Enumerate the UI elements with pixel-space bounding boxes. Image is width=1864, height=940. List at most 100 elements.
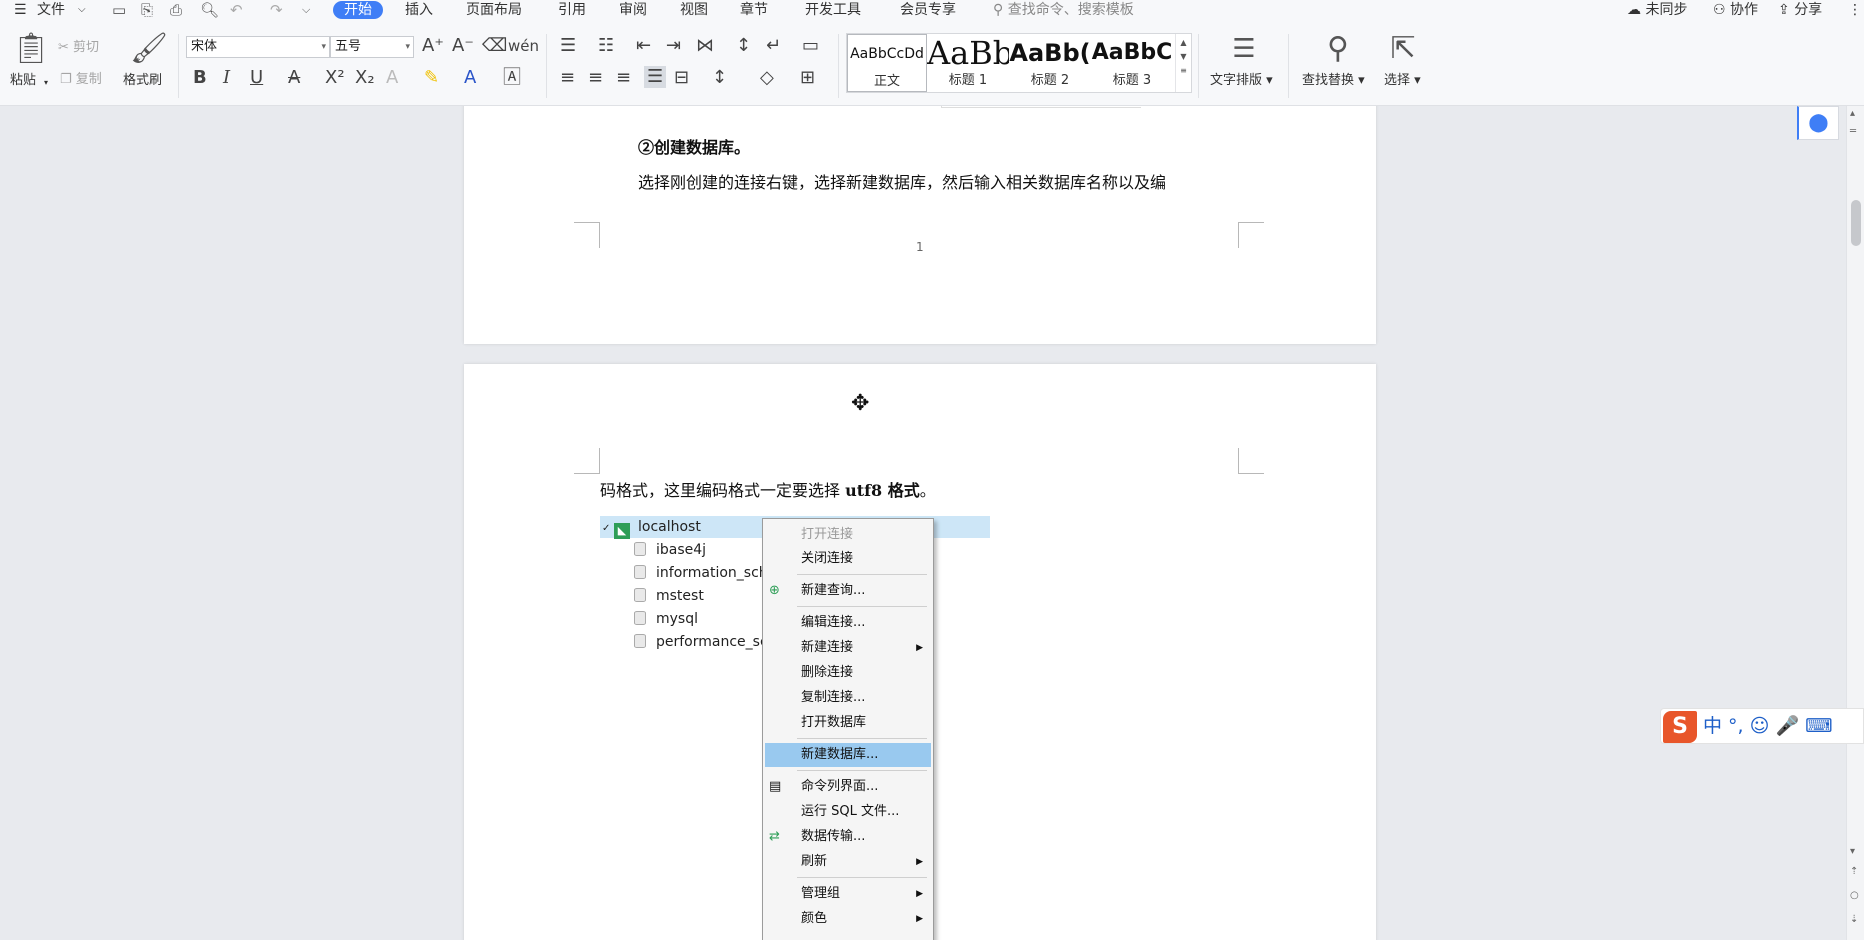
justify-icon[interactable]: ☰ [644,66,667,88]
sort-icon[interactable]: ↕ [736,36,751,56]
shading-icon[interactable]: ◇ [760,68,774,88]
data-transfer-icon: ⇄ [769,829,780,844]
style-normal[interactable]: AaBbCcDd 正文 [847,34,927,92]
file-chevron-icon[interactable]: ⌵ [78,1,86,19]
align-center-icon[interactable]: ≡ [588,68,603,88]
cut-button[interactable]: ✂ 剪切 [58,40,99,56]
grow-font-icon[interactable]: A⁺ [422,36,444,56]
line-spacing-icon[interactable]: ↕ [712,68,727,88]
superscript-icon[interactable]: X² [325,68,345,88]
more-chevron-icon[interactable]: ⌵ [302,1,310,19]
clear-format-icon[interactable]: ⌫ [482,36,507,56]
find-replace-button[interactable]: 查找替换 ▾ [1302,73,1365,89]
format-painter-button[interactable]: 格式刷 [123,73,162,89]
ruler-icon[interactable]: ▭ [802,36,819,56]
prev-page-icon[interactable]: ⇡ [1850,866,1858,878]
tab-home[interactable]: 开始 [333,1,383,19]
page-number: 1 [916,240,924,254]
bold-icon[interactable]: B [193,68,207,88]
numbered-list-icon[interactable]: ☷ [598,36,614,56]
paste-button[interactable]: 粘贴 [10,73,36,89]
save-icon[interactable]: ▭ [112,1,126,19]
select-browse-icon[interactable]: ○ [1850,890,1859,902]
paragraph[interactable]: 码格式，这里编码格式一定要选择 utf8 格式。 [600,480,936,502]
redo-icon[interactable]: ↷ [270,1,283,19]
increase-indent-icon[interactable]: ⇥ [666,36,681,56]
select-cursor-icon[interactable]: ⇱ [1388,34,1418,64]
paragraph[interactable]: 选择刚创建的连接右键，选择新建数据库，然后输入相关数据库名称以及编 [638,172,1166,194]
styles-scroll[interactable]: ▲ ▼ ≡ [1175,34,1191,92]
ime-options[interactable]: 中 °, ☺ 🎤 ⌨ [1703,714,1833,738]
more-icon[interactable]: ⋮ [1848,1,1862,19]
collaborate-button[interactable]: ⚇ 协作 [1713,1,1758,19]
share-icon: ⇪ [1778,2,1795,18]
print-preview-icon[interactable]: 🔍︎ [200,1,219,19]
borders-icon[interactable]: ⊞ [800,68,815,88]
tab-member[interactable]: 会员专享 [900,1,956,19]
margin-corner [574,448,600,474]
style-heading-2[interactable]: AaBb( 标题 2 [1009,34,1091,92]
italic-icon[interactable]: I [223,68,230,88]
page-1[interactable]: ②创建数据库。 选择刚创建的连接右键，选择新建数据库，然后输入相关数据库名称以及… [464,106,1376,344]
menu-item-new-database: 新建数据库... [765,743,931,767]
scroll-down-icon[interactable]: ▾ [1850,846,1855,858]
text-layout-icon[interactable]: ☰ [1226,34,1262,64]
location-pin-icon[interactable]: ⬤ [1797,106,1839,140]
command-search[interactable]: ⚲ 查找命令、搜索模板 [993,1,1134,19]
format-painter-icon[interactable]: 🖌︎ [130,34,168,64]
text-layout-button[interactable]: 文字排版 ▾ [1210,73,1273,89]
char-border-icon[interactable]: 🄰 [503,68,521,88]
align-left-icon[interactable]: ≡ [560,68,575,88]
file-menu[interactable]: 文件 [37,1,65,19]
font-name-select[interactable]: 宋体 ▾ [186,36,330,58]
section-heading[interactable]: ②创建数据库。 [638,137,750,159]
style-heading-3[interactable]: AaBbC 标题 3 [1091,34,1173,92]
scroll-top-icon[interactable]: ═ [1850,126,1856,138]
next-page-icon[interactable]: ⇣ [1850,914,1858,926]
menu-item-new-query: ⊕ 新建查询... [765,579,931,603]
underline-icon[interactable]: U [250,68,263,88]
tab-view[interactable]: 视图 [680,1,708,19]
export-icon[interactable]: ⎘ [141,1,153,19]
tab-insert[interactable]: 插入 [405,1,433,19]
distributed-icon[interactable]: ⊟ [674,68,689,88]
page-2[interactable]: 码格式，这里编码格式一定要选择 utf8 格式。 ✓ ◣ localhost iba… [464,364,1376,940]
select-button[interactable]: 选择 ▾ [1384,73,1421,89]
tab-page-layout[interactable]: 页面布局 [466,1,522,19]
undo-icon[interactable]: ↶ [230,1,243,19]
copy-button[interactable]: ❐ 复制 [60,72,102,88]
bullet-list-icon[interactable]: ☰ [560,36,576,56]
tab-chapter[interactable]: 章节 [740,1,768,19]
align-right-icon[interactable]: ≡ [616,68,631,88]
font-size-select[interactable]: 五号 ▾ [330,36,414,58]
strikethrough-icon[interactable]: A [288,68,300,88]
paste-dropdown-icon[interactable]: ▾ [44,75,48,91]
hamburger-icon[interactable]: ☰ [14,1,27,19]
scrollbar-thumb[interactable] [1851,200,1861,246]
paste-icon[interactable]: 📋︎ [12,34,50,64]
subscript-icon[interactable]: X₂ [355,68,375,88]
show-marks-icon[interactable]: ↵ [766,36,781,56]
share-button[interactable]: ⇪ 分享 [1778,1,1822,19]
sogou-logo-icon[interactable]: S [1663,711,1697,743]
pinyin-guide-icon[interactable]: wén [508,36,539,56]
find-replace-icon[interactable]: ⚲ [1320,34,1356,64]
tab-review[interactable]: 审阅 [619,1,647,19]
ime-toolbar[interactable]: S 中 °, ☺ 🎤 ⌨ [1660,708,1864,744]
tree-database-row: performance_sc [634,631,768,653]
vertical-scrollbar[interactable]: ▴ ═ ▾ ⇡ ○ ⇣ [1846,106,1864,940]
menu-item-data-transfer: ⇄ 数据传输... [765,825,931,849]
font-color-icon[interactable]: A [464,68,476,88]
scroll-up-icon[interactable]: ▴ [1850,108,1855,120]
tab-developer[interactable]: 开发工具 [805,1,861,19]
document-workspace[interactable]: ②创建数据库。 选择刚创建的连接右键，选择新建数据库，然后输入相关数据库名称以及… [0,106,1864,940]
sync-status[interactable]: ☁ 未同步 [1627,1,1687,19]
decrease-indent-icon[interactable]: ⇤ [636,36,651,56]
style-heading-1[interactable]: AaBb 标题 1 [927,34,1009,92]
shrink-font-icon[interactable]: A⁻ [452,36,474,56]
tab-references[interactable]: 引用 [558,1,586,19]
chinese-layout-icon[interactable]: ⋈ [696,36,714,56]
print-icon[interactable]: ⎙ [170,1,182,19]
text-effect-icon[interactable]: A [386,68,398,88]
highlight-icon[interactable]: ✎ [424,68,439,88]
